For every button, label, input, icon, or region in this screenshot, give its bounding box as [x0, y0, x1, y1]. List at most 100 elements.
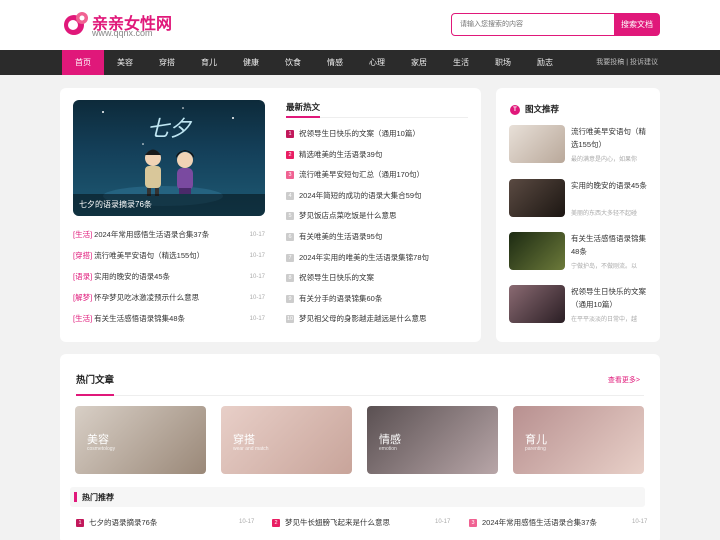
- category-label: 育儿: [525, 434, 547, 446]
- article-title[interactable]: 流行唯美早安语句（精选155句）: [94, 251, 204, 260]
- article-date: 10-17: [249, 295, 265, 301]
- category-card-emotion[interactable]: 情感 emotion: [367, 406, 498, 474]
- pic-title[interactable]: 实用的晚安的语录45条: [571, 179, 653, 192]
- category-sub: cosmetology: [87, 446, 116, 452]
- list-item[interactable]: [生活] 有关生活感悟语录锦集48条 10-17: [73, 312, 265, 333]
- category-tag[interactable]: [生活]: [73, 230, 92, 239]
- list-item[interactable]: 5 梦见饭店点菜吃饭是什么意思: [286, 209, 476, 230]
- girl-figure: [176, 150, 194, 194]
- pic-thumb[interactable]: [509, 232, 565, 270]
- article-title[interactable]: 2024年简短的成功的语录大集合59句: [299, 191, 422, 200]
- category-tag[interactable]: [语录]: [73, 272, 92, 281]
- list-item[interactable]: 7 2024年实用的唯美的生活语录集锦78句: [286, 251, 476, 272]
- category-label: 情感: [379, 434, 401, 446]
- feature-caption: 七夕的语录摘录76条: [73, 194, 265, 216]
- rank-badge: 7: [286, 253, 294, 262]
- list-item[interactable]: 4 2024年简短的成功的语录大集合59句: [286, 189, 476, 210]
- list-item[interactable]: [语录] 实用的晚安的语录45条 10-17: [73, 270, 265, 291]
- category-card-parenting[interactable]: 育儿 parenting: [513, 406, 644, 474]
- pic-title[interactable]: 祝领导生日快乐的文案（通用10篇）: [571, 285, 653, 311]
- category-label: 穿搭: [233, 434, 255, 446]
- nav-item-home-living[interactable]: 家居: [398, 50, 440, 75]
- pic-thumb[interactable]: [509, 179, 565, 217]
- category-sub: parenting: [525, 446, 546, 452]
- pic-item[interactable]: 祝领导生日快乐的文案（通用10篇） 在平平淡淡的日常中，越: [509, 285, 655, 325]
- category-card-fashion[interactable]: 穿搭 wear and match: [221, 406, 352, 474]
- nav-item-home[interactable]: 首页: [62, 50, 104, 75]
- article-title[interactable]: 梦见牛长翅膀飞起来是什么意思: [285, 518, 390, 527]
- view-more-link[interactable]: 查看更多>: [608, 375, 640, 385]
- list-item[interactable]: [穿搭] 流行唯美早安语句（精选155句） 10-17: [73, 249, 265, 270]
- article-title[interactable]: 有关分手的语录锦集60条: [299, 294, 382, 303]
- article-title[interactable]: 2024年常用感悟生活语录合集37条: [94, 230, 209, 239]
- article-title[interactable]: 怀孕梦见吃冰激凌预示什么意思: [94, 293, 199, 302]
- recommend-item[interactable]: 1 七夕的语录摘录76条: [76, 517, 157, 529]
- list-item[interactable]: 1 祝领导生日快乐的文案（通用10篇）: [286, 127, 476, 148]
- list-item[interactable]: [生活] 2024年常用感悟生活语录合集37条 10-17: [73, 228, 265, 249]
- article-title[interactable]: 精选唯美的生活语录39句: [299, 150, 382, 159]
- feature-image[interactable]: 七夕 七夕的语录摘录76条: [73, 100, 265, 216]
- nav-item-emotion[interactable]: 情感: [314, 50, 356, 75]
- search-button[interactable]: 搜索文档: [614, 13, 660, 36]
- list-item[interactable]: 6 有关唯美的生活语录95句: [286, 230, 476, 251]
- nav-item-parenting[interactable]: 育儿: [188, 50, 230, 75]
- category-tag[interactable]: [穿搭]: [73, 251, 92, 260]
- article-title[interactable]: 实用的晚安的语录45条: [94, 272, 170, 281]
- article-date: 10-17: [249, 253, 265, 259]
- article-title[interactable]: 有关生活感悟语录锦集48条: [94, 314, 185, 323]
- latest-section-header: 最新热文: [286, 101, 468, 118]
- nav-right-links: 我要投稿 | 投诉建议: [596, 50, 658, 75]
- site-header: 亲亲女性网 www.qqnx.com 搜索文档: [0, 0, 720, 50]
- nav-item-health[interactable]: 健康: [230, 50, 272, 75]
- category-sub: emotion: [379, 446, 397, 452]
- recommend-item[interactable]: 2 梦见牛长翅膀飞起来是什么意思: [272, 517, 390, 529]
- list-item[interactable]: 3 流行唯美早安短句汇总（通用170句）: [286, 168, 476, 189]
- article-title[interactable]: 祝领导生日快乐的文案: [299, 273, 374, 282]
- rank-badge: 2: [286, 150, 294, 159]
- rank-badge: 9: [286, 294, 294, 303]
- article-title[interactable]: 梦见饭店点菜吃饭是什么意思: [299, 211, 397, 220]
- article-title[interactable]: 七夕的语录摘录76条: [89, 518, 157, 527]
- rank-badge: 1: [76, 519, 84, 528]
- list-item[interactable]: 9 有关分手的语录锦集60条: [286, 292, 476, 313]
- article-title[interactable]: 祝领导生日快乐的文案（通用10篇）: [299, 129, 420, 138]
- article-title[interactable]: 2024年常用感悟生活语录合集37条: [482, 518, 597, 527]
- article-title[interactable]: 流行唯美早安短句汇总（通用170句）: [299, 170, 424, 179]
- search-input[interactable]: [452, 14, 614, 35]
- nav-item-career[interactable]: 职场: [482, 50, 524, 75]
- article-title[interactable]: 2024年实用的唯美的生活语录集锦78句: [299, 253, 429, 262]
- article-date: 10-17: [249, 274, 265, 280]
- nav-item-fashion[interactable]: 穿搭: [146, 50, 188, 75]
- submit-article-link[interactable]: 我要投稿: [596, 59, 624, 66]
- category-card-beauty[interactable]: 美容 cosmetology: [75, 406, 206, 474]
- pic-recommend-heading: 图文推荐: [525, 104, 560, 114]
- site-logo[interactable]: 亲亲女性网 www.qqnx.com: [62, 9, 172, 41]
- list-item[interactable]: [解梦] 怀孕梦见吃冰激凌预示什么意思 10-17: [73, 291, 265, 312]
- list-item[interactable]: 8 祝领导生日快乐的文案: [286, 271, 476, 292]
- category-tag[interactable]: [解梦]: [73, 293, 92, 302]
- pic-item[interactable]: 实用的晚安的语录45条 美丽的东西大多轻不起碰: [509, 179, 655, 219]
- rank-badge: 3: [469, 519, 477, 528]
- nav-item-psychology[interactable]: 心理: [356, 50, 398, 75]
- category-tag[interactable]: [生活]: [73, 314, 92, 323]
- pic-desc: 美丽的东西大多轻不起碰: [571, 211, 638, 217]
- article-title[interactable]: 梦见祖父母的身影越走越远是什么意思: [299, 314, 427, 323]
- pic-title[interactable]: 有关生活感悟语录锦集48条: [571, 232, 653, 258]
- nav-item-inspiration[interactable]: 励志: [524, 50, 566, 75]
- pic-item[interactable]: 流行唯美早安语句（精选155句） 最的满意是内心，如果你: [509, 125, 655, 165]
- pic-item[interactable]: 有关生活感悟语录锦集48条 宁做护岛，不做刚流。以: [509, 232, 655, 272]
- complaint-link[interactable]: 投诉建议: [630, 59, 658, 66]
- pic-thumb[interactable]: [509, 125, 565, 163]
- recommend-item[interactable]: 3 2024年常用感悟生活语录合集37条: [469, 517, 597, 529]
- list-item[interactable]: 2 精选唯美的生活语录39句: [286, 148, 476, 169]
- pic-title[interactable]: 流行唯美早安语句（精选155句）: [571, 125, 653, 151]
- pic-thumb[interactable]: [509, 285, 565, 323]
- nav-item-life[interactable]: 生活: [440, 50, 482, 75]
- t-badge-icon: T: [510, 104, 520, 115]
- nav-item-food[interactable]: 饮食: [272, 50, 314, 75]
- nav-item-beauty[interactable]: 美容: [104, 50, 146, 75]
- article-title[interactable]: 有关唯美的生活语录95句: [299, 232, 382, 241]
- list-item[interactable]: 10 梦见祖父母的身影越走越远是什么意思: [286, 312, 476, 333]
- pic-desc: 宁做护岛，不做刚流。以: [571, 264, 638, 270]
- rank-badge: 1: [286, 130, 294, 139]
